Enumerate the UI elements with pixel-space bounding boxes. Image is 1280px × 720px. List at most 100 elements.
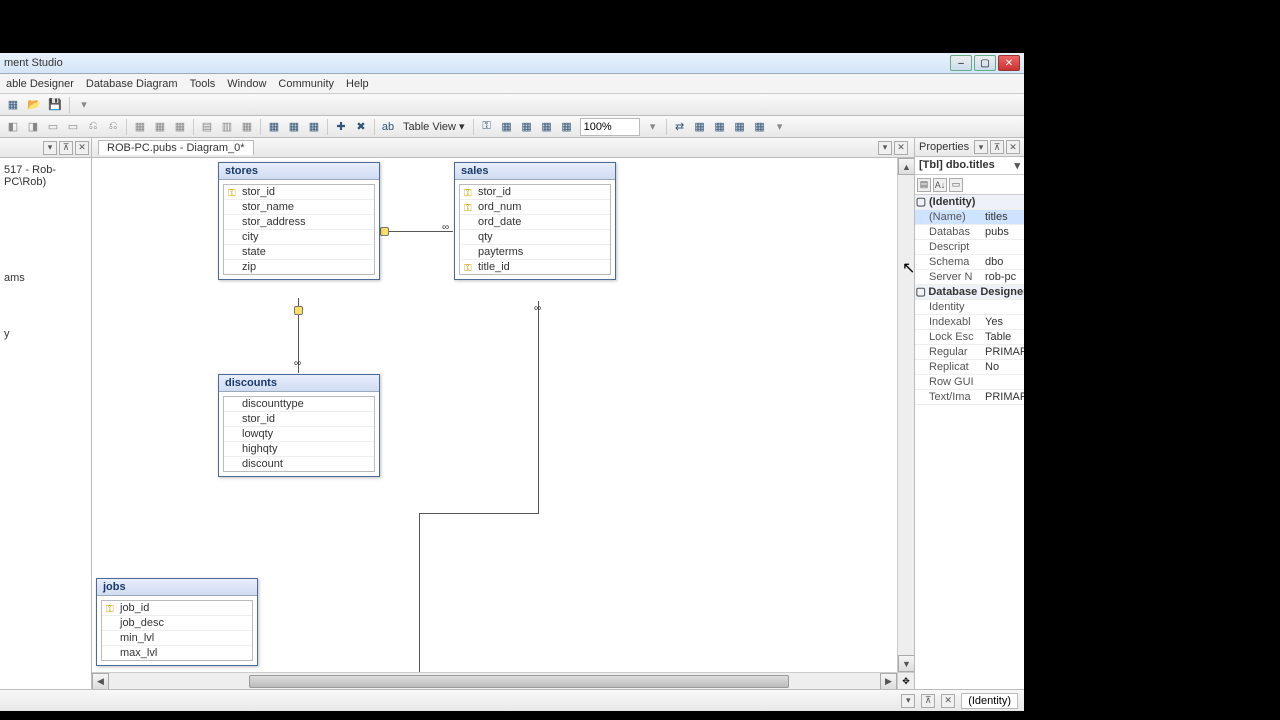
horizontal-scrollbar[interactable]: ◀ ▶ [92, 672, 897, 689]
column[interactable]: zip [224, 260, 374, 274]
server-node[interactable]: 517 - Rob-PC\Rob) [4, 162, 87, 190]
status-dropdown-icon[interactable]: ▾ [901, 694, 915, 708]
save-icon[interactable]: 💾 [46, 96, 64, 114]
tree-node[interactable]: y [4, 326, 87, 342]
table-stores[interactable]: storesstor_idstor_namestor_addresscityst… [218, 162, 380, 280]
dropdown-icon[interactable]: ▾ [43, 141, 57, 155]
table-header[interactable]: sales [455, 163, 615, 180]
close-icon[interactable]: ✕ [1006, 140, 1020, 154]
tb-icon[interactable]: ◨ [24, 118, 42, 136]
property-pages-icon[interactable]: ▭ [949, 178, 963, 192]
table-view-dropdown[interactable]: Table View ▾ [399, 120, 469, 133]
menu-community[interactable]: Community [278, 78, 334, 90]
toolbar-dropdown-icon[interactable]: ▾ [75, 96, 93, 114]
column[interactable]: max_lvl [102, 646, 252, 660]
vertical-scrollbar[interactable]: ▲ ▼ [897, 158, 914, 672]
relationship-line[interactable] [419, 513, 420, 673]
tb-icon[interactable]: ▦ [538, 118, 556, 136]
column[interactable]: title_id [460, 260, 610, 274]
column[interactable]: min_lvl [102, 631, 252, 646]
property-row[interactable]: Row GUI [915, 375, 1024, 390]
table-header[interactable]: jobs [97, 579, 257, 596]
alphabetical-icon[interactable]: A↓ [933, 178, 947, 192]
column[interactable]: discount [224, 457, 374, 471]
tab-list-icon[interactable]: ▾ [878, 141, 892, 155]
property-row[interactable]: Text/ImaPRIMARY [915, 390, 1024, 405]
property-row[interactable]: RegularPRIMARY [915, 345, 1024, 360]
scroll-up-icon[interactable]: ▲ [898, 158, 914, 175]
property-row[interactable]: Lock EscTable [915, 330, 1024, 345]
table-discounts[interactable]: discounts discounttypestor_idlowqtyhighqt… [218, 374, 380, 477]
property-row[interactable]: Server Nrob-pc [915, 270, 1024, 285]
column[interactable]: qty [460, 230, 610, 245]
tb-icon[interactable]: ▦ [131, 118, 149, 136]
open-icon[interactable]: 📂 [25, 96, 43, 114]
menu-help[interactable]: Help [346, 78, 369, 90]
dropdown-icon[interactable]: ▾ [974, 140, 988, 154]
tb-icon[interactable]: ▤ [198, 118, 216, 136]
tb-icon[interactable]: ▦ [731, 118, 749, 136]
scroll-thumb[interactable] [249, 675, 789, 688]
relationship-line[interactable] [419, 513, 539, 514]
tb-icon[interactable]: ▦ [171, 118, 189, 136]
relationship-line[interactable] [538, 301, 539, 513]
table-jobs[interactable]: jobs job_idjob_descmin_lvlmax_lvl [96, 578, 258, 666]
pan-icon[interactable]: ✥ [897, 672, 914, 689]
zoom-combobox[interactable] [580, 118, 640, 136]
tb-icon[interactable]: ▦ [751, 118, 769, 136]
pin-icon[interactable]: ⊼ [990, 140, 1004, 154]
menu-window[interactable]: Window [227, 78, 266, 90]
property-row[interactable]: IndexablYes [915, 315, 1024, 330]
property-category[interactable]: ▢Database Designer [915, 285, 1024, 300]
column[interactable]: discounttype [224, 397, 374, 412]
maximize-button[interactable]: ▢ [974, 55, 996, 71]
tb-icon[interactable]: ▦ [691, 118, 709, 136]
minimize-button[interactable]: – [950, 55, 972, 71]
close-doc-icon[interactable]: ✕ [894, 141, 908, 155]
property-row[interactable]: (Name)titles [915, 210, 1024, 225]
tb-icon[interactable]: ▦ [151, 118, 169, 136]
property-category[interactable]: ▢(Identity) [915, 195, 1024, 210]
diagram-canvas[interactable]: ∞ ∞ ∞ ▲ ▼ ◀ ▶ [92, 158, 914, 689]
table-sales[interactable]: salesstor_idord_numord_dateqtypaytermsti… [454, 162, 616, 280]
close-icon[interactable]: ✕ [75, 141, 89, 155]
table-header[interactable]: discounts [219, 375, 379, 392]
new-icon[interactable]: ▦ [4, 96, 22, 114]
column[interactable]: job_desc [102, 616, 252, 631]
column[interactable]: ord_num [460, 200, 610, 215]
tb-icon[interactable]: ▦ [711, 118, 729, 136]
column[interactable]: lowqty [224, 427, 374, 442]
pin-icon[interactable]: ⊼ [59, 141, 73, 155]
column[interactable]: highqty [224, 442, 374, 457]
tb-icon[interactable]: ⇄ [671, 118, 689, 136]
tb-icon[interactable]: ✖ [352, 118, 370, 136]
menu-tools[interactable]: Tools [190, 78, 216, 90]
tb-icon[interactable]: ✚ [332, 118, 350, 136]
column[interactable]: payterms [460, 245, 610, 260]
tb-icon[interactable]: ▦ [518, 118, 536, 136]
property-row[interactable]: Schemadbo [915, 255, 1024, 270]
tb-icon[interactable]: ◧ [4, 118, 22, 136]
property-row[interactable]: Databaspubs [915, 225, 1024, 240]
column[interactable]: stor_name [224, 200, 374, 215]
tb-icon[interactable]: ▦ [285, 118, 303, 136]
text-annotation-icon[interactable]: ab [379, 118, 397, 136]
document-tab[interactable]: ROB-PC.pubs - Diagram_0* [98, 140, 254, 155]
column[interactable]: city [224, 230, 374, 245]
column[interactable]: job_id [102, 601, 252, 616]
scroll-down-icon[interactable]: ▼ [898, 655, 914, 672]
column[interactable]: ord_date [460, 215, 610, 230]
tb-icon[interactable]: ▭ [64, 118, 82, 136]
tb-icon[interactable]: ▦ [558, 118, 576, 136]
categorized-icon[interactable]: ▤ [917, 178, 931, 192]
tb-icon[interactable]: ▭ [44, 118, 62, 136]
property-row[interactable]: Descript [915, 240, 1024, 255]
tb-icon[interactable]: ▦ [238, 118, 256, 136]
close-button[interactable]: ✕ [998, 55, 1020, 71]
column[interactable]: stor_id [224, 412, 374, 427]
tb-icon[interactable]: ⎌ [84, 118, 102, 136]
menu-diagram[interactable]: Database Diagram [86, 78, 178, 90]
tb-icon[interactable]: ▦ [498, 118, 516, 136]
scroll-left-icon[interactable]: ◀ [92, 673, 109, 690]
toolbar-overflow-icon[interactable]: ▾ [771, 118, 789, 136]
